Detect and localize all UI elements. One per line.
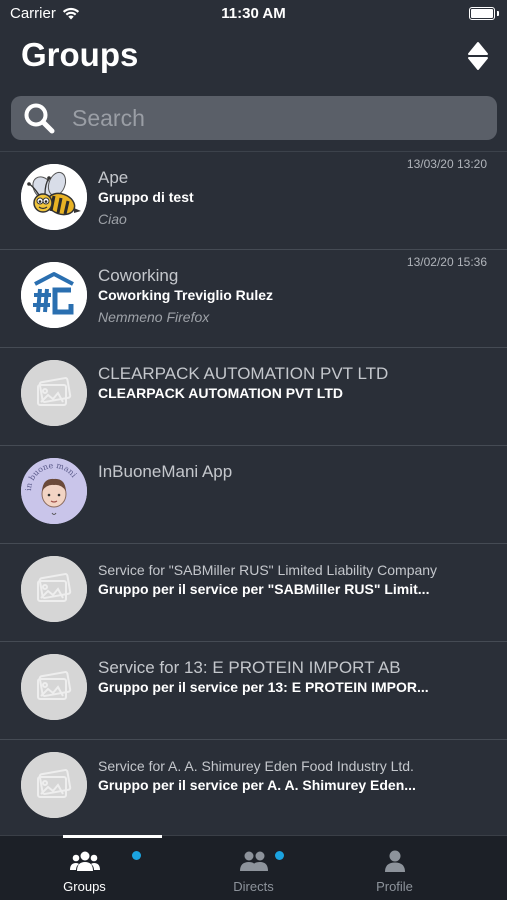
- image-placeholder-icon: [21, 654, 87, 720]
- group-row-clearpack[interactable]: CLEARPACK AUTOMATION PVT LTD CLEARPACK A…: [0, 348, 507, 446]
- image-placeholder-icon: [21, 752, 87, 818]
- group-last-message: Nemmeno Firefox: [98, 309, 210, 325]
- group-title: Service for "SABMiller RUS" Limited Liab…: [98, 562, 438, 578]
- tab-profile[interactable]: Profile: [310, 836, 479, 900]
- group-subtitle: Gruppo di test: [98, 189, 194, 205]
- hashtag-logo-avatar: [21, 262, 87, 328]
- group-timestamp: 13/02/20 15:36: [406, 255, 487, 269]
- group-subtitle: Gruppo per il service per A. A. Shimurey…: [98, 777, 416, 793]
- group-subtitle: Gruppo per il service per "SABMiller RUS…: [98, 581, 430, 597]
- bee-icon: [21, 164, 87, 230]
- group-title: Service for 13: E PROTEIN IMPORT AB: [98, 658, 401, 677]
- group-subtitle: Coworking Treviglio Rulez: [98, 287, 274, 303]
- group-last-message: Ciao: [98, 211, 127, 227]
- in-buone-mani-avatar: in buone mani: [21, 458, 87, 524]
- search-icon: [24, 103, 55, 134]
- status-time: 11:30 AM: [221, 5, 286, 22]
- page-title: Groups: [21, 36, 139, 73]
- group-subtitle: CLEARPACK AUTOMATION PVT LTD: [98, 385, 343, 401]
- bee-avatar: [21, 164, 87, 230]
- groups-icon: [69, 851, 100, 871]
- group-row-shimurey[interactable]: Service for A. A. Shimurey Eden Food Ind…: [0, 740, 507, 838]
- group-row-inbuonemani[interactable]: in buone mani InBuoneMani App: [0, 446, 507, 544]
- image-placeholder-icon: [21, 360, 87, 426]
- image-placeholder-avatar: [21, 752, 87, 818]
- image-placeholder-avatar: [21, 556, 87, 622]
- status-bar: Carrier 11:30 AM: [0, 0, 507, 30]
- group-title: InBuoneMani App: [98, 462, 233, 481]
- group-row-sabmiller[interactable]: Service for "SABMiller RUS" Limited Liab…: [0, 544, 507, 642]
- notification-badge: [275, 851, 284, 860]
- sort-icon: [468, 42, 488, 70]
- group-row-e-protein[interactable]: Service for 13: E PROTEIN IMPORT AB Grup…: [0, 642, 507, 740]
- tab-label: Groups: [63, 879, 106, 894]
- image-placeholder-avatar: [21, 654, 87, 720]
- hashtag-logo-icon: [21, 262, 87, 328]
- search-input[interactable]: [56, 96, 497, 140]
- face-logo-icon: in buone mani: [21, 458, 87, 524]
- active-tab-indicator: [63, 835, 162, 838]
- group-row-ape[interactable]: Ape Gruppo di test Ciao 13/03/20 13:20: [0, 152, 507, 250]
- group-title: Ape: [98, 168, 129, 187]
- image-placeholder-icon: [21, 556, 87, 622]
- group-list: Ape Gruppo di test Ciao 13/03/20 13:20 C…: [0, 152, 507, 838]
- sort-button[interactable]: [467, 41, 489, 71]
- group-subtitle: Gruppo per il service per 13: E PROTEIN …: [98, 679, 429, 695]
- group-row-coworking[interactable]: Coworking Coworking Treviglio Rulez Nemm…: [0, 250, 507, 348]
- header: Groups: [0, 34, 507, 84]
- tab-label: Profile: [376, 879, 413, 894]
- tab-groups[interactable]: Groups: [0, 835, 169, 900]
- notification-badge: [132, 851, 141, 860]
- battery-icon: [469, 7, 495, 20]
- group-title: Service for A. A. Shimurey Eden Food Ind…: [98, 758, 414, 774]
- group-title: CLEARPACK AUTOMATION PVT LTD: [98, 364, 389, 383]
- tab-bar: Groups Directs Profile: [0, 835, 507, 900]
- profile-icon: [384, 850, 405, 872]
- battery-tip: [497, 11, 499, 16]
- image-placeholder-avatar: [21, 360, 87, 426]
- directs-icon: [239, 851, 268, 871]
- group-timestamp: 13/03/20 13:20: [406, 157, 487, 171]
- group-title: Coworking: [98, 266, 179, 285]
- search-bar[interactable]: [11, 96, 497, 140]
